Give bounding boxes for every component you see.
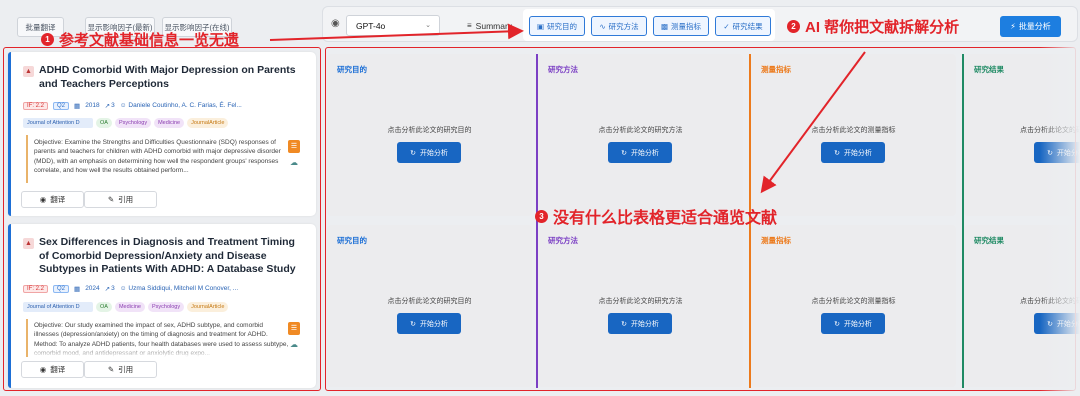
batch-analyze-label: 批量分析	[1018, 22, 1051, 31]
globe-icon: ◉	[331, 18, 340, 29]
tab-research-method[interactable]: ∿ 研究方法	[591, 16, 647, 36]
annotation-number: 1	[41, 33, 54, 46]
annotation-1: 1 参考文献基础信息一览无遗	[41, 29, 239, 50]
analysis-toolbar: ◉ GPT-4o ⌄ ≡ Summary ▣ 研究目的 ∿ 研究方法 ▩ 测量指标 ✓…	[322, 6, 1078, 42]
lightning-icon: ⚡	[1010, 22, 1016, 31]
tab-label: 研究目的	[547, 21, 578, 31]
briefcase-icon: ▣	[536, 21, 545, 31]
tab-label: 研究方法	[608, 21, 639, 31]
scroll-fade	[1040, 45, 1080, 396]
column-tabs: ▣ 研究目的 ∿ 研究方法 ▩ 测量指标 ✓ 研究结果	[523, 9, 775, 41]
annotation-text: 没有什么比表格更适合通览文献	[553, 210, 778, 227]
pulse-icon: ∿	[599, 21, 606, 31]
annotation-text: 参考文献基础信息一览无遗	[59, 32, 240, 49]
chevron-down-icon: ⌄	[425, 22, 431, 29]
tab-label: 研究结果	[732, 21, 763, 31]
tab-label: 测量指标	[671, 21, 702, 31]
bar-chart-icon: ▩	[660, 21, 669, 31]
tab-measures[interactable]: ▩ 测量指标	[653, 16, 709, 36]
annotation-2: 2 AI 帮你把文献拆解分析	[787, 16, 959, 37]
annotation-number: 3	[535, 209, 548, 223]
annotation-3: 3 没有什么比表格更适合通览文献	[535, 204, 777, 228]
highlight-papers-box	[3, 47, 321, 391]
check-circle-icon: ✓	[723, 21, 730, 31]
tab-research-purpose[interactable]: ▣ 研究目的	[529, 16, 585, 36]
tab-results[interactable]: ✓ 研究结果	[715, 16, 771, 36]
annotation-number: 2	[787, 20, 800, 33]
annotation-text: AI 帮你把文献拆解分析	[805, 19, 960, 36]
model-select-value: GPT-4o	[356, 20, 386, 31]
model-select[interactable]: GPT-4o ⌄	[346, 15, 440, 36]
summary-label: Summary	[475, 20, 513, 31]
list-icon: ≡	[467, 21, 472, 30]
batch-analyze-button[interactable]: ⚡ 批量分析	[1000, 16, 1061, 37]
summary-button[interactable]: ≡ Summary	[463, 15, 525, 36]
